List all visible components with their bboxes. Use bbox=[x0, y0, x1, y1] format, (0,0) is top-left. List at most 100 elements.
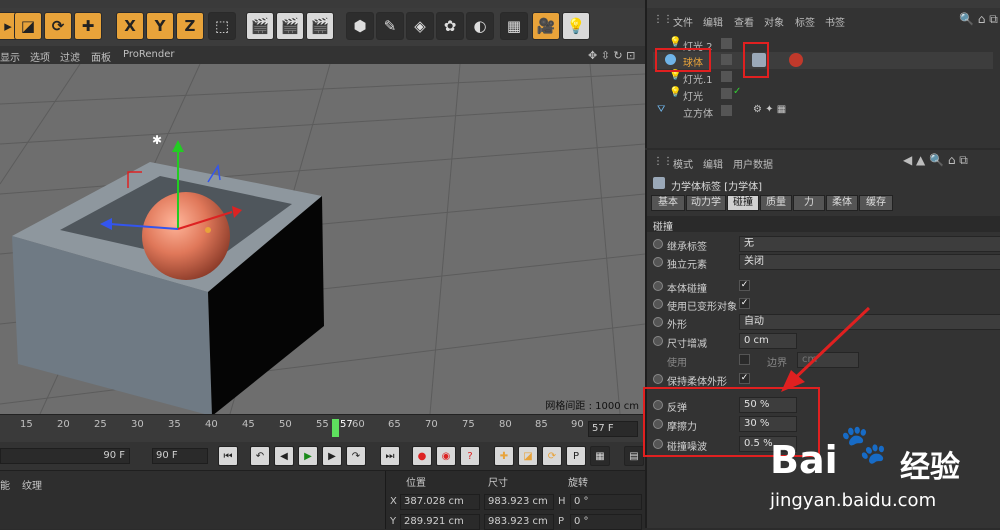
playback-bar: 90 F 90 F ⏮ ↶ ◀ ▶ ▶ ↷ ⏭ ● ◉ ? ✚ ◪ ⟳ P ▦ … bbox=[0, 442, 645, 470]
y-axis-button[interactable]: Y bbox=[146, 12, 174, 40]
use-border-checkbox[interactable] bbox=[739, 354, 750, 365]
am-nav-icons[interactable]: ◀ ▲ 🔍 ⌂ ⧉ bbox=[903, 153, 968, 168]
material-menu-texture[interactable]: 纹理 bbox=[22, 477, 42, 492]
scale-tool-button[interactable]: ◪ bbox=[14, 12, 42, 40]
pen-spline-button[interactable]: ✎ bbox=[376, 12, 404, 40]
anim-dot[interactable] bbox=[653, 299, 663, 309]
render-view-button[interactable]: 🎬 bbox=[246, 12, 274, 40]
viewport-menu-options[interactable]: 选项 bbox=[30, 49, 50, 64]
go-to-end-button[interactable]: ⏭ bbox=[380, 446, 400, 466]
object-row-light[interactable]: 💡 灯光 ✓ bbox=[653, 86, 993, 103]
visibility-toggle[interactable] bbox=[721, 88, 732, 99]
cube-tag-icons[interactable]: ⚙ ✦ ▦ bbox=[753, 104, 786, 115]
prev-frame-button[interactable]: ◀ bbox=[274, 446, 294, 466]
cube-primitive-button[interactable]: ⬢ bbox=[346, 12, 374, 40]
visibility-toggle[interactable] bbox=[721, 38, 732, 49]
select-tool-button[interactable]: ✚ bbox=[74, 12, 102, 40]
material-menu-function[interactable]: 能 bbox=[0, 477, 10, 492]
tab-softbody[interactable]: 柔体 bbox=[826, 195, 858, 211]
pos-x-field[interactable]: 387.028 cm bbox=[400, 494, 480, 510]
key-rotation-button[interactable]: ⟳ bbox=[542, 446, 562, 466]
timeline-ruler[interactable]: 15 20 25 30 35 40 45 50 55 57 60 65 70 7… bbox=[0, 414, 645, 443]
end-frame-field[interactable]: 90 F bbox=[152, 448, 208, 464]
am-menu-mode[interactable]: 模式 bbox=[673, 156, 693, 171]
om-menu-edit[interactable]: 编辑 bbox=[703, 14, 723, 29]
prop-independent-elements[interactable]: 独立元素 关闭 bbox=[647, 254, 1000, 272]
tab-cache[interactable]: 缓存 bbox=[859, 195, 893, 211]
size-x-field[interactable]: 983.923 cm bbox=[484, 494, 554, 510]
light-button[interactable]: 💡 bbox=[562, 12, 590, 40]
om-menu-tags[interactable]: 标签 bbox=[795, 14, 815, 29]
tab-force[interactable]: 力 bbox=[793, 195, 825, 211]
enabled-check-icon[interactable]: ✓ bbox=[733, 86, 741, 97]
next-key-button[interactable]: ↷ bbox=[346, 446, 366, 466]
key-scale-button[interactable]: ◪ bbox=[518, 446, 538, 466]
anim-dot[interactable] bbox=[653, 281, 663, 291]
anim-dot[interactable] bbox=[653, 257, 663, 267]
render-picture-button[interactable]: 🎬 bbox=[276, 12, 304, 40]
tab-dynamics[interactable]: 动力学 bbox=[686, 195, 726, 211]
use-deformed-checkbox[interactable]: ✓ bbox=[739, 298, 750, 309]
om-search-icons[interactable]: 🔍 ⌂ ⧉ bbox=[959, 12, 998, 27]
key-position-button[interactable]: ✚ bbox=[494, 446, 514, 466]
floor-button[interactable]: ▦ bbox=[500, 12, 528, 40]
tab-basic[interactable]: 基本 bbox=[651, 195, 685, 211]
key-param-button[interactable]: P bbox=[566, 446, 586, 466]
camera-button[interactable]: 🎥 bbox=[532, 12, 560, 40]
visibility-toggle[interactable] bbox=[721, 54, 732, 65]
tab-mass[interactable]: 质量 bbox=[760, 195, 792, 211]
anim-dot[interactable] bbox=[653, 317, 663, 327]
coordinate-system-button[interactable]: ⬚ bbox=[208, 12, 236, 40]
z-axis-button[interactable]: Z bbox=[176, 12, 204, 40]
am-menu-userdata[interactable]: 用户数据 bbox=[733, 156, 773, 171]
viewport-menu-display[interactable]: 显示 bbox=[0, 49, 20, 64]
prev-key-button[interactable]: ↶ bbox=[250, 446, 270, 466]
current-frame-field[interactable]: 57 F bbox=[588, 421, 638, 437]
object-row-cube[interactable]: ⛛ 立方体 ⚙ ✦ ▦ bbox=[653, 103, 993, 120]
om-menu-bookmarks[interactable]: 书签 bbox=[825, 14, 845, 29]
material-tag-icon[interactable] bbox=[789, 53, 803, 67]
keep-soft-shape-checkbox[interactable]: ✓ bbox=[739, 373, 750, 384]
y-axis-arrow-icon[interactable] bbox=[172, 140, 184, 152]
inherit-tag-select[interactable]: 无 bbox=[739, 236, 1000, 252]
viewport-menu-filter[interactable]: 过滤 bbox=[60, 49, 80, 64]
viewport-menu-prorender[interactable]: ProRender bbox=[123, 49, 174, 60]
x-axis-button[interactable]: X bbox=[116, 12, 144, 40]
end-frame-slider[interactable]: 90 F bbox=[0, 448, 130, 464]
visibility-toggle[interactable] bbox=[721, 71, 732, 82]
anim-dot[interactable] bbox=[653, 336, 663, 346]
viewport-navigation-icons[interactable]: ✥ ⇳ ↻ ⊡ bbox=[588, 49, 635, 62]
sphere-object[interactable] bbox=[142, 192, 230, 280]
bottom-panel: 能 纹理 位置 尺寸 旋转 X 387.028 cm 983.923 cm H … bbox=[0, 470, 646, 530]
keyframe-selection-button[interactable]: ? bbox=[460, 446, 480, 466]
tab-collision[interactable]: 碰撞 bbox=[727, 195, 759, 211]
om-menu-object[interactable]: 对象 bbox=[764, 14, 784, 29]
prop-inherit-tag[interactable]: 继承标签 无 bbox=[647, 236, 1000, 254]
generator-button[interactable]: ◈ bbox=[406, 12, 434, 40]
record-button[interactable]: ● bbox=[412, 446, 432, 466]
am-menu-edit[interactable]: 编辑 bbox=[703, 156, 723, 171]
autokey-button[interactable]: ◉ bbox=[436, 446, 456, 466]
render-settings-button[interactable]: 🎬 bbox=[306, 12, 334, 40]
visibility-toggle[interactable] bbox=[721, 105, 732, 116]
deformer-button[interactable]: ◐ bbox=[466, 12, 494, 40]
self-collision-checkbox[interactable]: ✓ bbox=[739, 280, 750, 291]
viewport-menu-panel[interactable]: 面板 bbox=[91, 49, 111, 64]
anim-dot[interactable] bbox=[653, 239, 663, 249]
go-to-start-button[interactable]: ⏮ bbox=[218, 446, 238, 466]
timeline-layout-button[interactable]: ▤ bbox=[624, 446, 644, 466]
om-menu-file[interactable]: 文件 bbox=[673, 14, 693, 29]
playhead-marker[interactable] bbox=[332, 419, 339, 437]
light-object-icon: 💡 bbox=[669, 37, 682, 48]
om-menu-view[interactable]: 查看 bbox=[734, 14, 754, 29]
mograph-button[interactable]: ✿ bbox=[436, 12, 464, 40]
key-pla-button[interactable]: ▦ bbox=[590, 446, 610, 466]
play-button[interactable]: ▶ bbox=[298, 446, 318, 466]
prop-self-collision[interactable]: 本体碰撞 ✓ bbox=[647, 278, 1000, 296]
next-frame-button[interactable]: ▶ bbox=[322, 446, 342, 466]
independent-elements-select[interactable]: 关闭 bbox=[739, 254, 1000, 270]
rotate-tool-button[interactable]: ⟳ bbox=[44, 12, 72, 40]
rot-h-field[interactable]: 0 ° bbox=[570, 494, 642, 510]
anim-dot[interactable] bbox=[653, 374, 663, 384]
3d-viewport[interactable]: ✱ 网格间距 : 1000 cm bbox=[0, 64, 645, 414]
